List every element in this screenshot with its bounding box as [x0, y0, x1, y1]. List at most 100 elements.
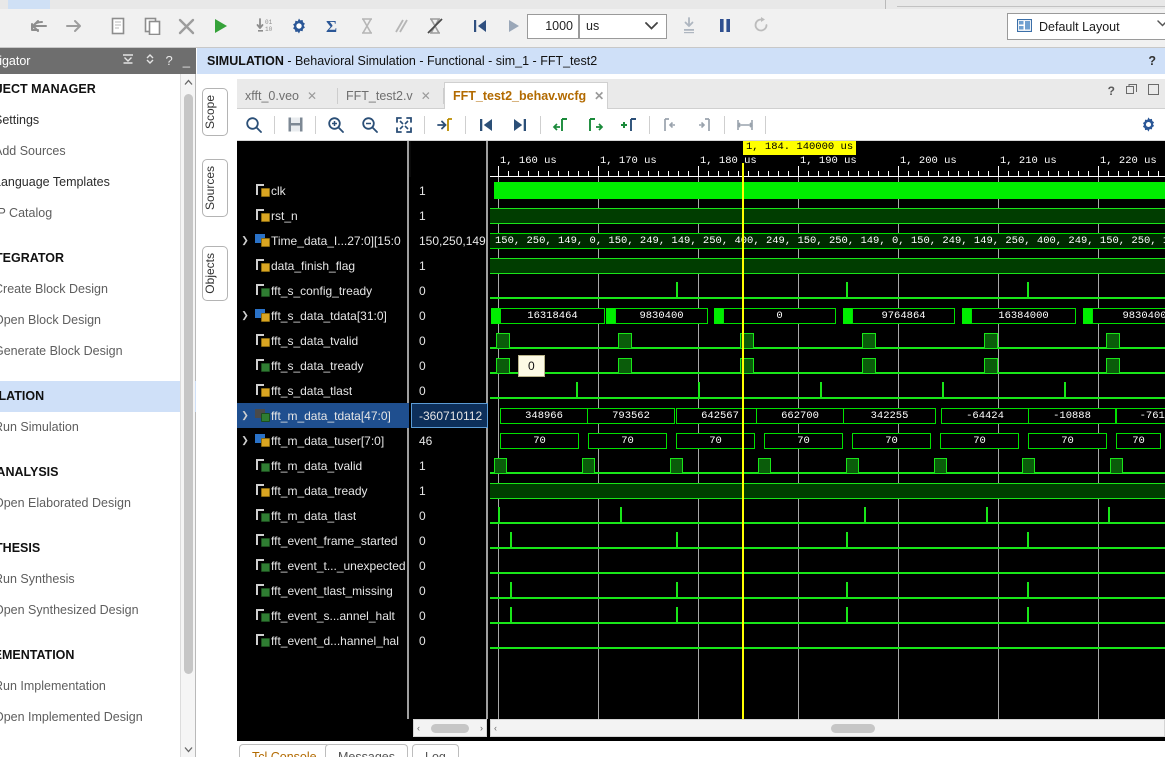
signal-row-clk[interactable]: clk: [237, 178, 409, 203]
navigator-scroll-thumb[interactable]: [184, 94, 193, 674]
expand-chevron-icon[interactable]: ❯: [237, 435, 253, 446]
run-time-input[interactable]: 1000: [527, 14, 579, 39]
nav-item-open-block-design[interactable]: Open Block Design: [0, 305, 196, 336]
tab-fft-test2-behav-wcfg[interactable]: FFT_test2_behav.wcfg ✕: [444, 82, 608, 109]
scroll-left-icon[interactable]: ‹: [417, 723, 420, 733]
run-time-unit-select[interactable]: us: [579, 14, 667, 39]
nav-item-add-sources[interactable]: Add Sources: [0, 136, 196, 167]
active-window-tab[interactable]: [8, 0, 50, 9]
pause-icon[interactable]: [708, 11, 742, 39]
marker-right-icon[interactable]: [687, 110, 721, 140]
wave-scroll-thumb[interactable]: [831, 723, 875, 733]
tab-xfft0-veo[interactable]: xfft_0.veo ✕: [237, 83, 338, 109]
schematic-icon[interactable]: [384, 12, 418, 40]
help-icon[interactable]: ?: [166, 48, 173, 74]
signal-row-fft-event-t-unexpected[interactable]: fft_event_t..._unexpected: [237, 553, 409, 578]
nav-item-open-synthesized-design[interactable]: Open Synthesized Design: [0, 595, 196, 626]
maximize-icon[interactable]: [1148, 84, 1159, 98]
relaunch-icon[interactable]: 01 10: [248, 12, 282, 40]
signal-row-fft-m-data-tdata-47-0[interactable]: ❯ fft_m_data_tdata[47:0]: [237, 403, 409, 428]
restart-icon[interactable]: [744, 11, 778, 39]
tab-tcl-console[interactable]: Tcl Console: [239, 744, 330, 757]
step-icon[interactable]: [672, 11, 706, 39]
measure-icon[interactable]: [728, 110, 762, 140]
tab-fft-test2-v[interactable]: FFT_test2.v ✕: [338, 83, 444, 109]
wave-horizontal-scrollbar[interactable]: ‹: [490, 719, 1165, 737]
nav-item-open-elaborated-design[interactable]: Open Elaborated Design: [0, 488, 196, 519]
nav-item-ip-catalog[interactable]: IP Catalog: [0, 198, 196, 229]
scroll-left-icon[interactable]: ‹: [494, 723, 497, 733]
signal-row-fft-event-d-hannel-hal[interactable]: fft_event_d...hannel_hal: [237, 628, 409, 653]
delete-icon[interactable]: [169, 12, 203, 40]
help-icon[interactable]: ?: [1148, 48, 1156, 74]
waveform-canvas[interactable]: 1, 160 us 1, 170 us 1, 180 us 1, 190 us 1, 2…: [490, 141, 1165, 719]
nav-item-run-simulation[interactable]: Run Simulation: [0, 412, 196, 443]
scroll-down-icon[interactable]: [181, 741, 196, 757]
signal-row-time-data-i-27-0-15-0[interactable]: ❯ Time_data_I...27:0][15:0: [237, 228, 409, 253]
redo-icon[interactable]: [56, 12, 90, 40]
next-transition-icon[interactable]: [503, 110, 537, 140]
save-icon[interactable]: [278, 110, 312, 140]
layout-select[interactable]: Default Layout: [1007, 13, 1165, 40]
nav-item-run-synthesis[interactable]: Run Synthesis: [0, 564, 196, 595]
expand-chevron-icon[interactable]: ❯: [237, 235, 253, 246]
signal-row-fft-s-data-tlast[interactable]: fft_s_data_tlast: [237, 378, 409, 403]
cross-probe-icon[interactable]: [418, 12, 452, 40]
collapse-all-icon[interactable]: [122, 48, 134, 74]
nav-item-run-implementation[interactable]: Run Implementation: [0, 671, 196, 702]
sigma-icon[interactable]: Σ: [316, 12, 350, 40]
paste-icon[interactable]: [135, 12, 169, 40]
zoom-fit-icon[interactable]: [387, 110, 421, 140]
help-icon[interactable]: ?: [1108, 84, 1115, 98]
copy-icon[interactable]: [101, 12, 135, 40]
signal-row-fft-m-data-tuser-7-0[interactable]: ❯ fft_m_data_tuser[7:0]: [237, 428, 409, 453]
tab-messages[interactable]: Messages: [325, 744, 408, 757]
report-icon[interactable]: [350, 12, 384, 40]
tab-log[interactable]: Log: [412, 744, 459, 757]
marker-left-icon[interactable]: [653, 110, 687, 140]
signal-row-fft-event-tlast-missing[interactable]: fft_event_tlast_missing: [237, 578, 409, 603]
nav-item-create-block-design[interactable]: Create Block Design: [0, 274, 196, 305]
signal-row-fft-s-data-tready[interactable]: fft_s_data_tready: [237, 353, 409, 378]
previous-transition-icon[interactable]: [469, 110, 503, 140]
expand-chevron-icon[interactable]: ❯: [237, 410, 253, 421]
signal-row-fft-s-data-tvalid[interactable]: fft_s_data_tvalid: [237, 328, 409, 353]
zoom-out-icon[interactable]: [353, 110, 387, 140]
signal-row-fft-m-data-tvalid[interactable]: fft_m_data_tvalid: [237, 453, 409, 478]
zoom-in-icon[interactable]: [319, 110, 353, 140]
signal-row-fft-m-data-tready[interactable]: fft_m_data_tready: [237, 478, 409, 503]
scroll-right-icon[interactable]: ›: [480, 723, 483, 733]
nav-item-settings[interactable]: Settings: [0, 105, 196, 136]
navigator-scrollbar[interactable]: [180, 74, 195, 757]
minimize-icon[interactable]: _: [183, 48, 190, 74]
search-icon[interactable]: [237, 110, 271, 140]
tab-sources[interactable]: Sources: [202, 159, 228, 218]
close-icon[interactable]: ✕: [307, 89, 317, 103]
close-icon[interactable]: ✕: [421, 89, 431, 103]
main-cursor[interactable]: [742, 163, 744, 719]
signal-row-fft-m-data-tlast[interactable]: fft_m_data_tlast: [237, 503, 409, 528]
undo-icon[interactable]: [22, 12, 56, 40]
scroll-up-icon[interactable]: [181, 74, 196, 90]
signal-row-fft-event-frame-started[interactable]: fft_event_frame_started: [237, 528, 409, 553]
close-icon[interactable]: ✕: [594, 89, 604, 103]
prev-marker-icon[interactable]: [578, 110, 612, 140]
run-all-icon[interactable]: [497, 12, 531, 40]
tab-scope[interactable]: Scope: [202, 88, 228, 137]
signal-row-fft-event-s-annel-halt[interactable]: fft_event_s...annel_halt: [237, 603, 409, 628]
add-marker-icon[interactable]: [544, 110, 578, 140]
nav-item-generate-block-design[interactable]: Generate Block Design: [0, 336, 196, 367]
new-marker-icon[interactable]: [612, 110, 646, 140]
signal-row-rst-n[interactable]: rst_n: [237, 203, 409, 228]
expand-all-icon[interactable]: [144, 48, 156, 74]
nav-item-open-implemented-design[interactable]: Open Implemented Design: [0, 702, 196, 733]
run-icon[interactable]: [203, 12, 237, 40]
nav-item-language-templates[interactable]: Language Templates: [0, 167, 196, 198]
restart-simulation-icon[interactable]: [463, 12, 497, 40]
signal-row-fft-s-data-tdata-31-0[interactable]: ❯ fft_s_data_tdata[31:0]: [237, 303, 409, 328]
wave-settings-gear-icon[interactable]: [1140, 116, 1157, 136]
restore-icon[interactable]: [1126, 84, 1137, 98]
signal-row-fft-s-config-tready[interactable]: fft_s_config_tready: [237, 278, 409, 303]
signal-row-data-finish-flag[interactable]: data_finish_flag: [237, 253, 409, 278]
expand-chevron-icon[interactable]: ❯: [237, 310, 253, 321]
